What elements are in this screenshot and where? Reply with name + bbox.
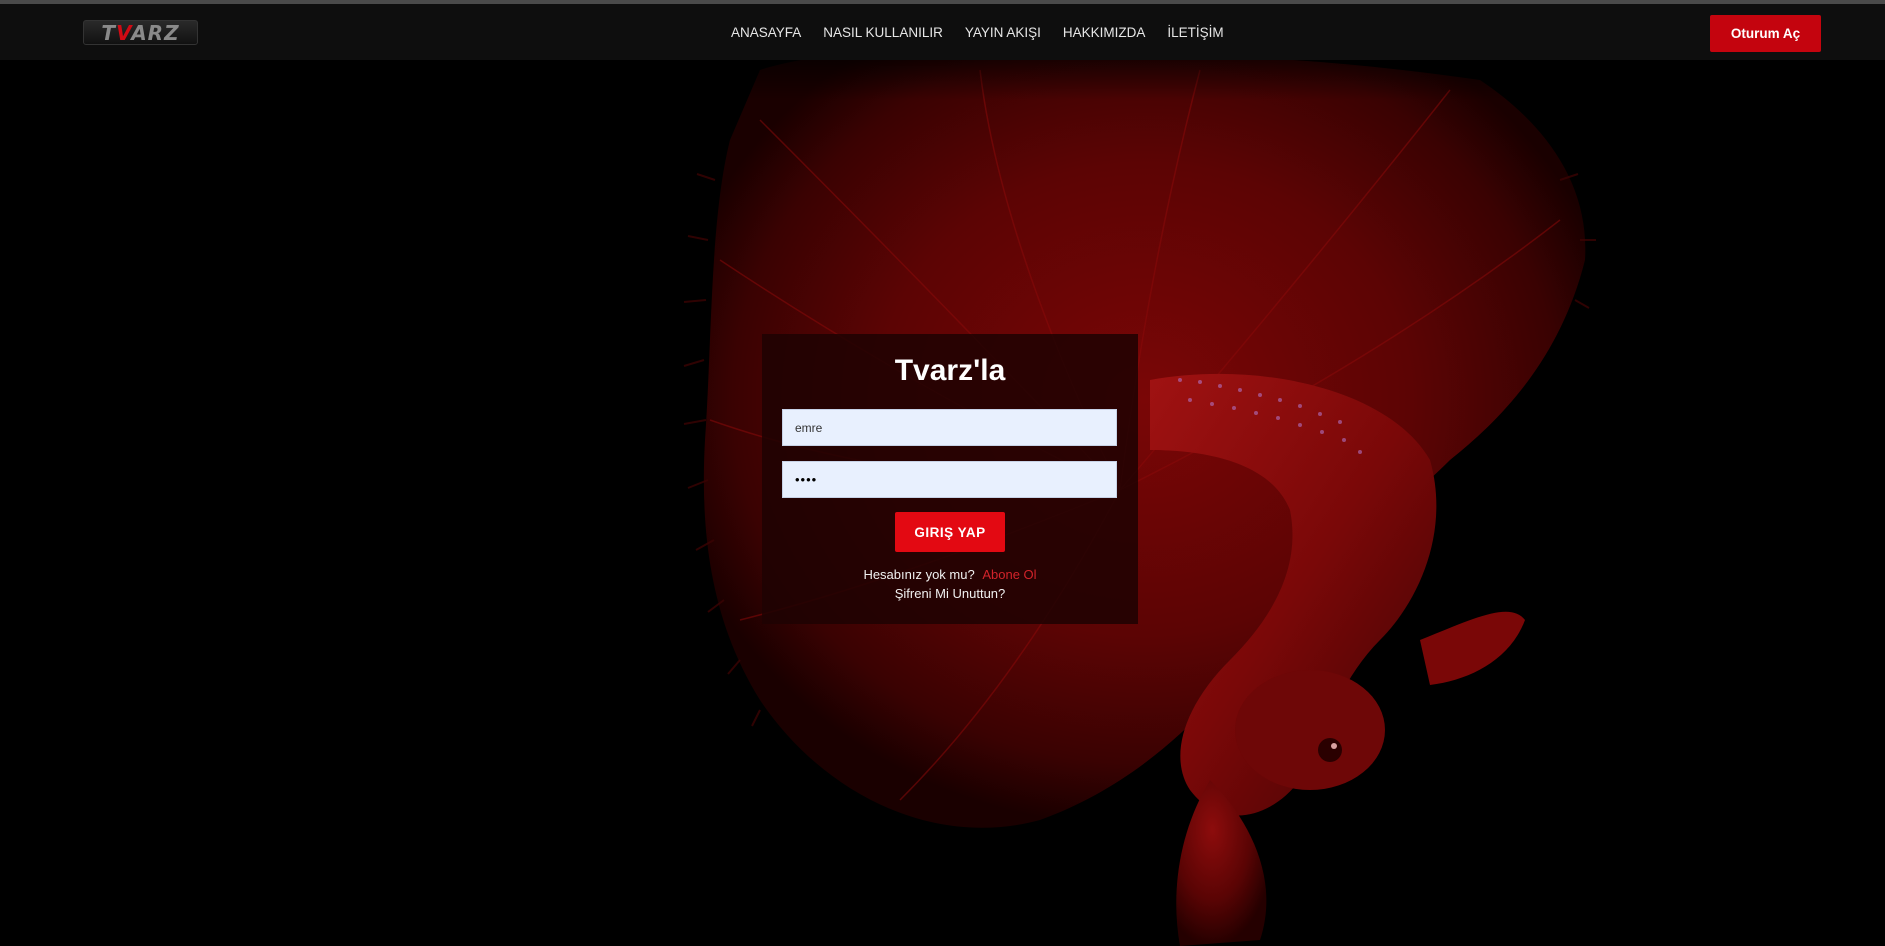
nav-item-about[interactable]: HAKKIMIZDA [1063, 25, 1146, 40]
nav-item-how-to-use[interactable]: NASIL KULLANILIR [823, 25, 943, 40]
forgot-password-link[interactable]: Şifreni Mi Unuttun? [762, 586, 1138, 601]
main-nav-menu: ANASAYFA NASIL KULLANILIR YAYIN AKIŞI HA… [731, 4, 1224, 60]
fish-head-shape [1235, 670, 1385, 790]
nav-item-home[interactable]: ANASAYFA [731, 25, 801, 40]
no-account-text: Hesabınız yok mu? [863, 567, 975, 582]
username-input[interactable] [782, 409, 1117, 446]
login-title: Tvarz'la [894, 354, 1006, 387]
sign-in-button[interactable]: Oturum Aç [1710, 15, 1821, 52]
fish-pectoral-fin [1420, 611, 1525, 685]
fish-eye [1318, 738, 1342, 762]
signup-prompt: Hesabınız yok mu? Abone Ol [762, 567, 1138, 582]
password-input[interactable] [782, 461, 1117, 498]
login-panel: Tvarz'la GIRIŞ YAP Hesabınız yok mu? Abo… [762, 334, 1138, 624]
top-shadow [0, 60, 1885, 100]
tvarz-logo[interactable]: TVARZ [83, 20, 198, 45]
subscribe-link[interactable]: Abone Ol [982, 567, 1036, 582]
nav-item-contact[interactable]: İLETİŞİM [1167, 25, 1223, 40]
top-navbar: TVARZ ANASAYFA NASIL KULLANILIR YAYIN AK… [0, 4, 1885, 60]
login-submit-button[interactable]: GIRIŞ YAP [895, 512, 1005, 552]
nav-item-broadcast-schedule[interactable]: YAYIN AKIŞI [965, 25, 1041, 40]
logo-text: TVARZ [101, 20, 180, 45]
fish-eye-highlight [1331, 743, 1337, 749]
